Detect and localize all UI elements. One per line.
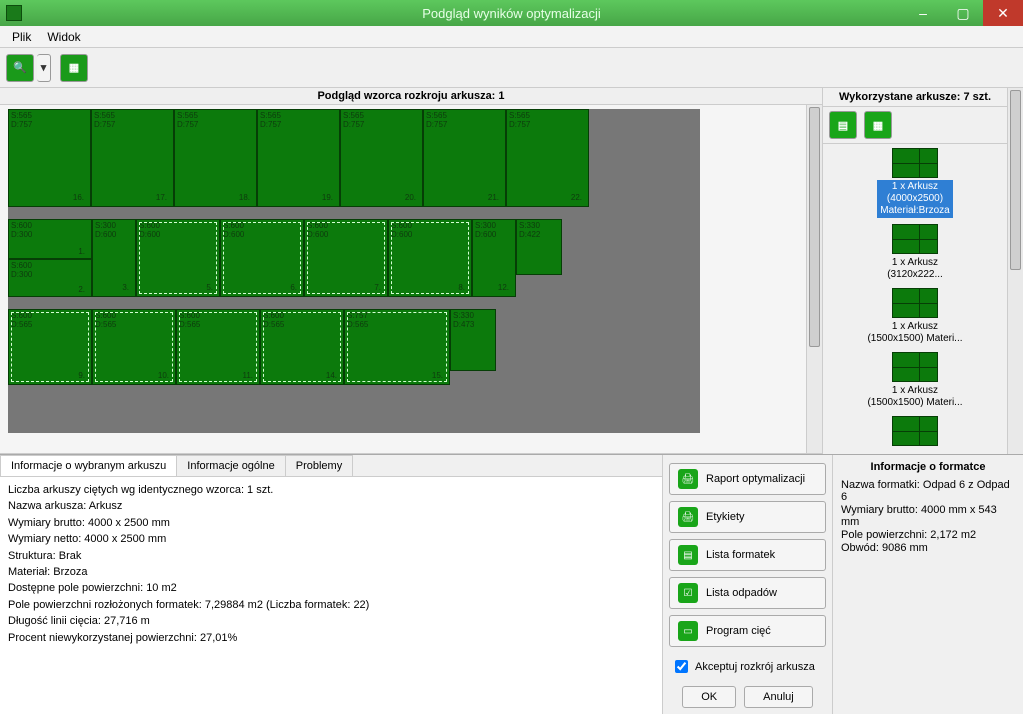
toolbar: 🔍 ▾ ▦ — [0, 48, 1023, 88]
titlebar: Podgląd wyników optymalizacji – ▢ ✕ — [0, 0, 1023, 26]
accept-checkbox[interactable] — [675, 660, 688, 673]
menu-widok[interactable]: Widok — [39, 28, 88, 46]
chevron-down-icon: ▾ — [41, 61, 47, 74]
scrollbar-thumb[interactable] — [809, 107, 820, 347]
grid-icon: ▦ — [69, 61, 79, 74]
thumbs-scrollbar[interactable] — [1007, 88, 1023, 454]
pieces-list-button[interactable]: ▤ Lista formatek — [669, 539, 826, 571]
action-buttons: 🖨 Raport optymalizacji 🖨 Etykiety ▤ List… — [663, 455, 833, 714]
info-tabs: Informacje o wybranym arkuszu Informacje… — [0, 455, 662, 477]
thumb-image-icon — [892, 352, 938, 382]
thumb-image-icon — [892, 224, 938, 254]
cut-program-button[interactable]: ▭ Program cięć — [669, 615, 826, 647]
calc-button[interactable]: ▦ — [60, 54, 88, 82]
tab-sheet-info[interactable]: Informacje o wybranym arkuszu — [0, 455, 177, 476]
thumbs-view-list[interactable]: ▤ — [829, 111, 857, 139]
waste-list-button[interactable]: ☑ Lista odpadów — [669, 577, 826, 609]
list-check-icon: ☑ — [678, 583, 698, 603]
preview-canvas[interactable]: S:565D:75716. S:565D:75717. S:565D:75718… — [0, 105, 806, 453]
menubar: Plik Widok — [0, 26, 1023, 48]
printer-icon: 🖨 — [678, 469, 698, 489]
printer-icon: 🖨 — [678, 507, 698, 527]
accept-label: Akceptuj rozkrój arkusza — [695, 661, 815, 673]
window-title: Podgląd wyników optymalizacji — [0, 6, 1023, 21]
thumb-1[interactable]: 1 x Arkusz(4000x2500)Materiał:Brzoza — [829, 148, 1001, 218]
thumb-2[interactable]: 1 x Arkusz(3120x222... — [829, 224, 1001, 282]
sheet-layout: S:565D:75716. S:565D:75717. S:565D:75718… — [8, 109, 700, 433]
thumbs-view-grid[interactable]: ▦ — [864, 111, 892, 139]
format-info-header: Informacje o formatce — [841, 461, 1015, 473]
thumb-4[interactable]: 1 x Arkusz(1500x1500) Materi... — [829, 352, 1001, 410]
used-sheets-header: Wykorzystane arkusze: 7 szt. — [823, 88, 1007, 107]
grid-icon: ▦ — [873, 119, 883, 132]
preview-header: Podgląd wzorca rozkroju arkusza: 1 — [0, 88, 822, 105]
cancel-button[interactable]: Anuluj — [744, 686, 813, 708]
zoom-dropdown[interactable]: ▾ — [37, 54, 51, 82]
tab-problems[interactable]: Problemy — [285, 455, 353, 476]
format-info: Informacje o formatce Nazwa formatki: Od… — [833, 455, 1023, 714]
thumb-image-icon — [892, 288, 938, 318]
menu-plik[interactable]: Plik — [4, 28, 39, 46]
thumb-3[interactable]: 1 x Arkusz(1500x1500) Materi... — [829, 288, 1001, 346]
preview-scrollbar[interactable] — [806, 105, 822, 453]
thumb-image-icon — [892, 416, 938, 446]
sheet-info-content: Liczba arkuszy ciętych wg identycznego w… — [0, 477, 662, 714]
window-icon: ▭ — [678, 621, 698, 641]
tab-general-info[interactable]: Informacje ogólne — [176, 455, 285, 476]
report-button[interactable]: 🖨 Raport optymalizacji — [669, 463, 826, 495]
thumb-5[interactable] — [829, 416, 1001, 446]
sheet-thumbnails[interactable]: 1 x Arkusz(4000x2500)Materiał:Brzoza 1 x… — [823, 144, 1007, 454]
zoom-button[interactable]: 🔍 — [6, 54, 34, 82]
ok-button[interactable]: OK — [682, 686, 736, 708]
thumb-image-icon — [892, 148, 938, 178]
list-icon: ▤ — [838, 119, 848, 132]
scrollbar-thumb[interactable] — [1010, 90, 1021, 270]
magnifier-icon: 🔍 — [13, 61, 27, 74]
labels-button[interactable]: 🖨 Etykiety — [669, 501, 826, 533]
list-icon: ▤ — [678, 545, 698, 565]
